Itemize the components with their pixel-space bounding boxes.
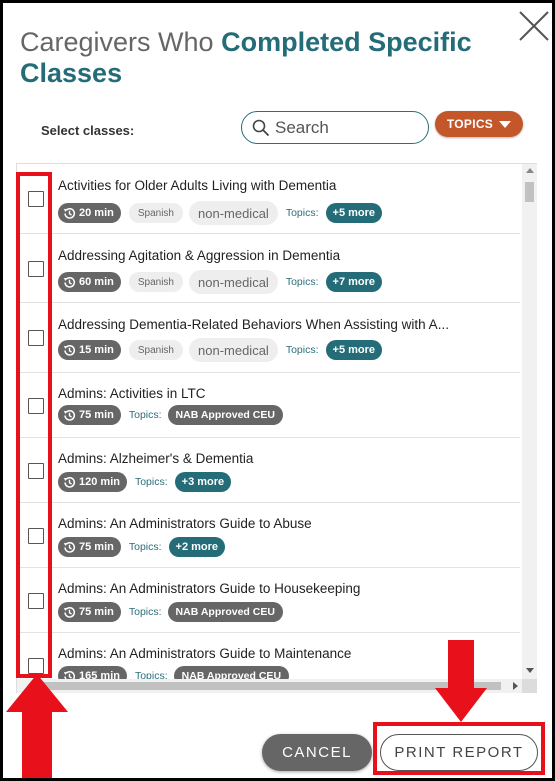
duration-badge: 165 min <box>58 666 127 679</box>
class-name: Admins: Activities in LTC <box>58 386 206 401</box>
duration-label: 20 min <box>79 207 114 219</box>
dialog-title: Caregivers Who Completed Specific Classe… <box>20 27 490 89</box>
history-clock-icon <box>63 476 75 488</box>
class-tags: 165 min Topics: NAB Approved CEU <box>58 665 290 679</box>
chevron-down-icon <box>499 120 512 128</box>
scroll-corner <box>522 679 537 693</box>
history-clock-icon <box>63 541 75 553</box>
more-topics-badge[interactable]: +7 more <box>325 272 383 292</box>
class-tags: 75 min Topics: NAB Approved CEU <box>58 404 283 426</box>
topics-label: Topics: <box>285 276 319 288</box>
duration-badge: 75 min <box>58 537 121 557</box>
red-down-arrow-icon <box>435 640 487 722</box>
class-tags: 75 min Topics: NAB Approved CEU <box>58 601 283 623</box>
class-tags: 120 min Topics: +3 more <box>58 471 232 493</box>
red-up-arrow-icon <box>6 674 68 778</box>
duration-badge: 75 min <box>58 602 121 622</box>
more-topics-badge[interactable]: +5 more <box>325 203 383 223</box>
history-clock-icon <box>63 344 75 356</box>
type-badge: non-medical <box>189 201 278 225</box>
horizontal-scroll-thumb[interactable] <box>31 682 501 690</box>
checkbox-column-highlight <box>16 172 52 678</box>
class-name: Addressing Dementia-Related Behaviors Wh… <box>58 317 449 332</box>
class-list-viewport[interactable]: Activities for Older Adults Living with … <box>17 164 520 679</box>
duration-label: 75 min <box>79 541 114 553</box>
type-badge: non-medical <box>189 338 278 362</box>
topics-label: Topics: <box>128 606 162 618</box>
class-name: Activities for Older Adults Living with … <box>58 178 337 193</box>
topics-label: Topics: <box>285 207 319 219</box>
duration-label: 120 min <box>79 476 120 488</box>
class-row[interactable]: Admins: Activities in LTC 75 min Topics: NA… <box>17 373 520 438</box>
vertical-scroll-thumb[interactable] <box>525 182 534 202</box>
scroll-up-arrow-icon[interactable] <box>526 168 534 173</box>
language-badge: Spanish <box>128 340 183 360</box>
class-row[interactable]: Addressing Dementia-Related Behaviors Wh… <box>17 303 520 373</box>
duration-label: 60 min <box>79 276 114 288</box>
class-row[interactable]: Addressing Agitation & Aggression in Dem… <box>17 234 520 303</box>
duration-badge: 75 min <box>58 405 121 425</box>
class-row[interactable]: Admins: An Administrators Guide to House… <box>17 568 520 633</box>
search-icon <box>252 119 270 137</box>
topics-dropdown-button[interactable]: TOPICS <box>435 111 523 137</box>
class-tags: 60 min Spanish non-medical Topics: +7 more <box>58 270 383 294</box>
duration-badge: 120 min <box>58 472 127 492</box>
topics-label: Topics: <box>134 670 168 679</box>
close-icon[interactable] <box>517 9 551 43</box>
class-name: Admins: Alzheimer's & Dementia <box>58 451 254 466</box>
history-clock-icon <box>63 409 75 421</box>
scroll-right-arrow-icon[interactable] <box>513 682 518 690</box>
language-badge: Spanish <box>128 272 183 292</box>
duration-badge: 20 min <box>58 203 121 223</box>
class-name: Admins: An Administrators Guide to Abuse <box>58 516 312 531</box>
class-row[interactable]: Admins: Alzheimer's & Dementia 120 min Top… <box>17 438 520 503</box>
scroll-down-arrow-icon[interactable] <box>526 668 534 673</box>
topic-badge: NAB Approved CEU <box>173 666 290 679</box>
topic-badge: NAB Approved CEU <box>167 405 283 425</box>
class-name: Addressing Agitation & Aggression in Dem… <box>58 248 341 263</box>
class-name: Admins: An Administrators Guide to Maint… <box>58 646 352 661</box>
class-tags: 20 min Spanish non-medical Topics: +5 more <box>58 201 383 225</box>
more-topics-badge[interactable]: +3 more <box>174 472 232 492</box>
duration-label: 165 min <box>79 670 120 679</box>
language-badge: Spanish <box>128 203 183 223</box>
search-box[interactable] <box>241 111 429 144</box>
title-prefix: Caregivers Who <box>20 27 214 57</box>
topics-button-label: TOPICS <box>446 117 494 131</box>
search-input[interactable] <box>275 116 420 140</box>
select-classes-label: Select classes: <box>41 123 135 138</box>
class-tags: 15 min Spanish non-medical Topics: +5 more <box>58 338 383 362</box>
duration-label: 15 min <box>79 344 114 356</box>
class-row[interactable]: Activities for Older Adults Living with … <box>17 164 520 234</box>
type-badge: non-medical <box>189 270 278 294</box>
topic-badge: NAB Approved CEU <box>167 602 283 622</box>
cancel-button[interactable]: CANCEL <box>262 734 372 771</box>
vertical-scrollbar[interactable] <box>522 164 537 679</box>
duration-badge: 15 min <box>58 340 121 360</box>
history-clock-icon <box>63 606 75 618</box>
print-button-highlight <box>373 722 545 775</box>
topics-label: Topics: <box>128 409 162 421</box>
duration-label: 75 min <box>79 409 114 421</box>
class-tags: 75 min Topics: +2 more <box>58 536 226 558</box>
more-topics-badge[interactable]: +5 more <box>325 340 383 360</box>
duration-badge: 60 min <box>58 272 121 292</box>
class-row[interactable]: Admins: An Administrators Guide to Abuse… <box>17 503 520 568</box>
duration-label: 75 min <box>79 606 114 618</box>
history-clock-icon <box>63 276 75 288</box>
more-topics-badge[interactable]: +2 more <box>168 537 226 557</box>
class-list: Activities for Older Adults Living with … <box>16 163 537 693</box>
topics-label: Topics: <box>285 344 319 356</box>
topics-label: Topics: <box>134 476 168 488</box>
topics-label: Topics: <box>128 541 162 553</box>
history-clock-icon <box>63 207 75 219</box>
class-name: Admins: An Administrators Guide to House… <box>58 581 361 596</box>
